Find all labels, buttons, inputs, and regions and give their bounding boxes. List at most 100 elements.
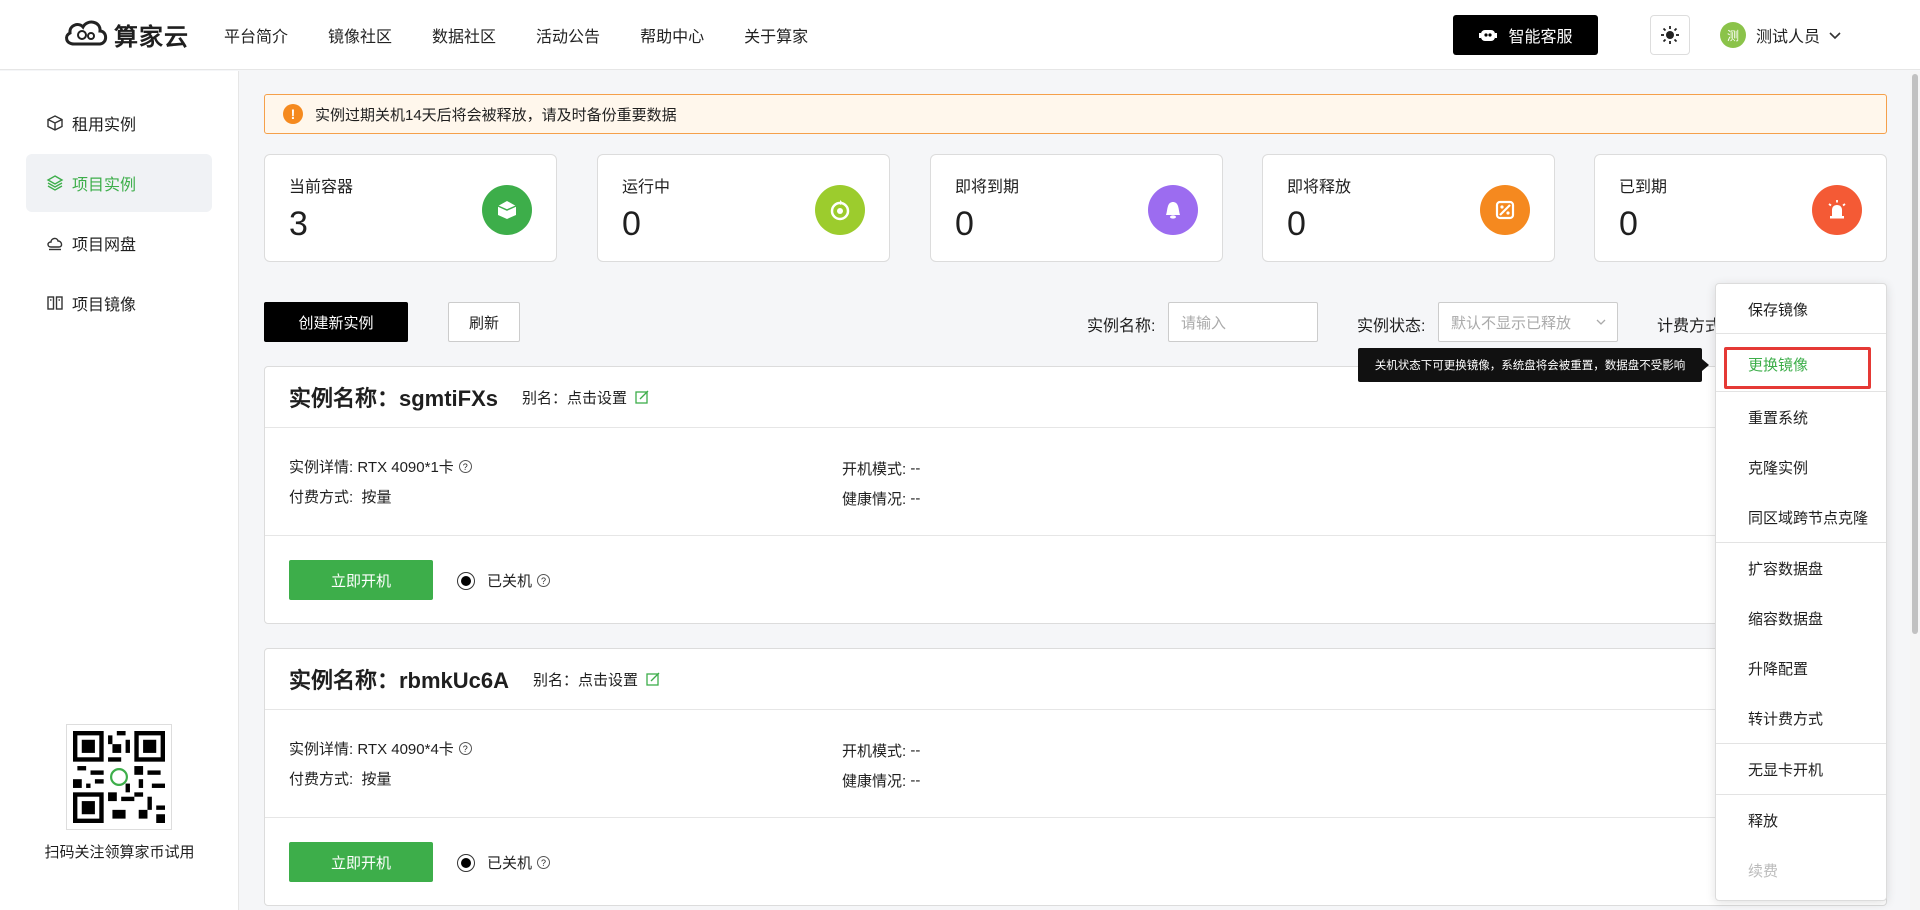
instance-card: 实例名称：rbmkUc6A 别名：点击设置 实例详情: RTX 4090*4卡?…	[264, 648, 1887, 906]
nav-data-community[interactable]: 数据社区	[432, 23, 496, 47]
create-instance-button[interactable]: 创建新实例	[264, 302, 408, 342]
menu-clone-instance[interactable]: 克隆实例	[1716, 442, 1886, 492]
nav-announcements[interactable]: 活动公告	[536, 23, 600, 47]
edit-icon[interactable]	[635, 390, 649, 404]
menu-release[interactable]: 释放	[1716, 795, 1886, 845]
menu-cross-node-clone[interactable]: 同区域跨节点克隆	[1716, 492, 1886, 542]
qr-code	[66, 724, 172, 830]
payment-method: 付费方式: 按量	[289, 486, 392, 507]
start-now-button[interactable]: 立即开机	[289, 842, 433, 882]
start-now-button[interactable]: 立即开机	[289, 560, 433, 600]
pay-value: 按量	[361, 489, 392, 506]
stat-value: 0	[622, 205, 641, 243]
alias-setting[interactable]: 别名：点击设置	[522, 387, 649, 408]
top-header: 算家云 平台简介 镜像社区 数据社区 活动公告 帮助中心 关于算家 智能客服 测…	[0, 0, 1920, 70]
bell-icon	[1148, 185, 1198, 235]
boot-value: --	[910, 460, 921, 477]
menu-shrink-data-disk[interactable]: 缩容数据盘	[1716, 593, 1886, 643]
help-icon[interactable]: ?	[458, 742, 472, 755]
scrollbar-thumb[interactable]	[1912, 74, 1918, 634]
sidebar-item-project-instance[interactable]: 项目实例	[26, 154, 212, 212]
nav-help-center[interactable]: 帮助中心	[640, 23, 704, 47]
avatar: 测	[1720, 22, 1746, 48]
health-status: 健康情况: --	[842, 770, 920, 791]
refresh-button[interactable]: 刷新	[448, 302, 520, 342]
menu-divider	[1716, 333, 1886, 334]
sidebar-item-label: 项目实例	[72, 177, 137, 194]
menu-reset-system[interactable]: 重置系统	[1716, 392, 1886, 442]
nav-platform-intro[interactable]: 平台简介	[224, 23, 288, 47]
health-value: --	[910, 772, 921, 789]
status-text: 已关机	[487, 855, 533, 872]
stat-label: 运行中	[622, 179, 671, 196]
billing-label: 计费方式	[1657, 318, 1722, 335]
pay-value: 按量	[361, 771, 392, 788]
stat-value: 0	[955, 205, 974, 243]
stat-card-expiring: 即将到期 0	[930, 154, 1223, 262]
chevron-down-icon	[1596, 319, 1606, 325]
container-icon	[482, 185, 532, 235]
detail-label: 实例详情:	[289, 459, 354, 476]
running-icon	[815, 185, 865, 235]
sidebar-item-label: 项目网盘	[72, 237, 137, 254]
smart-service-label: 智能客服	[1508, 29, 1573, 46]
status-select-value: 默认不显示已释放	[1451, 314, 1572, 332]
boot-label: 开机模式:	[842, 743, 907, 760]
main-nav: 平台简介 镜像社区 数据社区 活动公告 帮助中心 关于算家	[224, 0, 848, 70]
help-icon[interactable]: ?	[458, 460, 472, 473]
stat-label: 已到期	[1619, 179, 1668, 196]
alarm-icon	[1812, 185, 1862, 235]
sidebar-item-project-drive[interactable]: 项目网盘	[26, 214, 212, 272]
status-text: 已关机	[487, 573, 533, 590]
menu-save-image[interactable]: 保存镜像	[1716, 284, 1886, 334]
highlight-box	[1724, 347, 1871, 389]
status-radio-icon	[457, 853, 475, 872]
sidebar: 租用实例 项目实例 项目网盘 项目镜像 扫码关注领算家币试用	[0, 71, 239, 910]
theme-toggle-button[interactable]	[1650, 15, 1690, 55]
cube-icon	[47, 115, 63, 131]
power-status: 已关机?	[457, 570, 551, 591]
boot-value: --	[910, 742, 921, 759]
alias-label: 别名：点击设置	[522, 389, 628, 407]
chevron-down-icon	[1829, 32, 1841, 40]
user-menu[interactable]: 测 测试人员	[1720, 20, 1842, 50]
menu-expand-data-disk[interactable]: 扩容数据盘	[1716, 543, 1886, 593]
instance-status-label: 实例状态:	[1357, 318, 1426, 335]
instance-card-footer: 立即开机 已关机?	[265, 818, 1886, 906]
boot-mode: 开机模式: --	[842, 740, 920, 761]
qr-code-icon	[73, 731, 165, 823]
edit-icon[interactable]	[646, 672, 660, 686]
instance-card-body: 实例详情: RTX 4090*1卡? 付费方式: 按量 开机模式: -- 健康情…	[265, 428, 1886, 536]
sun-icon	[1661, 26, 1679, 44]
logo[interactable]: 算家云	[62, 14, 189, 54]
detail-label: 实例详情:	[289, 741, 354, 758]
nav-about[interactable]: 关于算家	[744, 23, 808, 47]
menu-change-billing[interactable]: 转计费方式	[1716, 693, 1886, 743]
menu-boot-without-gpu[interactable]: 无显卡开机	[1716, 744, 1886, 794]
change-image-tooltip: 关机状态下可更换镜像，系统盘将会被重置，数据盘不受影响	[1358, 348, 1709, 382]
boot-label: 开机模式:	[842, 461, 907, 478]
alias-setting[interactable]: 别名：点击设置	[533, 669, 660, 690]
instance-status-select[interactable]: 默认不显示已释放	[1438, 302, 1618, 342]
health-value: --	[910, 490, 921, 507]
menu-change-config[interactable]: 升降配置	[1716, 643, 1886, 693]
help-icon[interactable]: ?	[537, 574, 551, 587]
stat-label: 当前容器	[289, 179, 354, 196]
stat-value: 3	[289, 205, 308, 243]
detail-value: RTX 4090*4卡	[357, 741, 454, 758]
sidebar-item-project-image[interactable]: 项目镜像	[26, 274, 212, 332]
instance-card-header: 实例名称：rbmkUc6A 别名：点击设置	[265, 649, 1886, 710]
robot-icon	[1479, 30, 1498, 41]
cloud-logo-icon	[65, 20, 108, 46]
help-icon[interactable]: ?	[537, 856, 551, 869]
smart-service-button[interactable]: 智能客服	[1453, 15, 1598, 55]
boot-mode: 开机模式: --	[842, 458, 920, 479]
sidebar-item-rent-instance[interactable]: 租用实例	[26, 94, 212, 152]
sidebar-item-label: 租用实例	[72, 117, 137, 134]
instance-detail: 实例详情: RTX 4090*4卡?	[289, 738, 472, 759]
stat-card-current: 当前容器 3	[264, 154, 557, 262]
nav-image-community[interactable]: 镜像社区	[328, 23, 392, 47]
stat-card-expired: 已到期 0	[1594, 154, 1887, 262]
instance-name-input[interactable]: 请输入	[1168, 302, 1318, 342]
release-icon	[1480, 185, 1530, 235]
